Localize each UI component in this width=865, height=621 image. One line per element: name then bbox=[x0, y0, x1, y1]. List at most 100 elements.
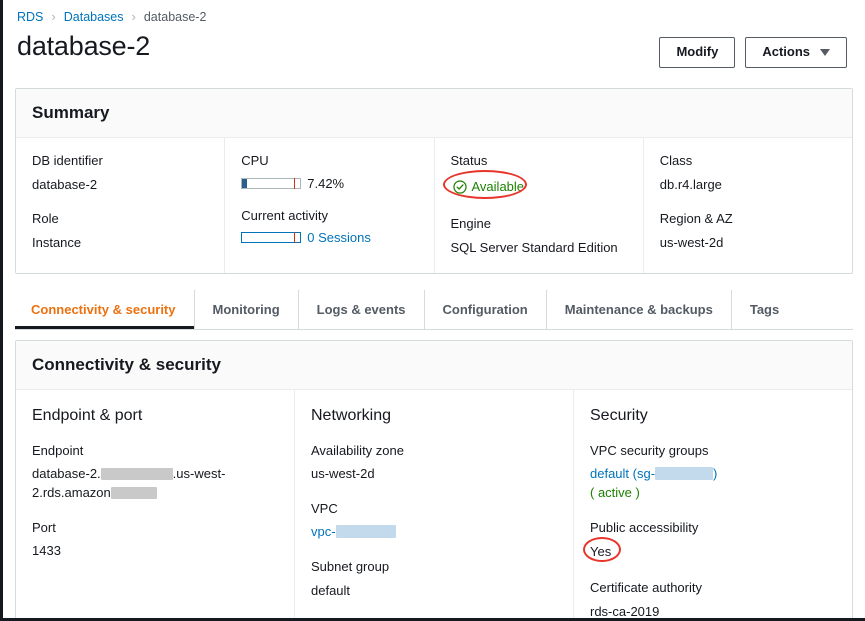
actions-button-label: Actions bbox=[762, 44, 810, 61]
security-group-suffix: ) bbox=[713, 466, 717, 481]
port-value: 1433 bbox=[32, 542, 278, 561]
db-identifier-value: database-2 bbox=[32, 176, 208, 195]
page-header: database-2 Modify Actions bbox=[3, 26, 865, 78]
field-region-az: Region & AZ us-west-2d bbox=[660, 210, 836, 252]
tab-bar: Connectivity & security Monitoring Logs … bbox=[15, 290, 853, 330]
role-label: Role bbox=[32, 210, 208, 228]
subnet-group-label: Subnet group bbox=[311, 558, 557, 576]
endpoint-port-heading: Endpoint & port bbox=[32, 404, 278, 427]
field-subnet-group: Subnet group default bbox=[311, 558, 557, 600]
breadcrumb-separator-icon: › bbox=[130, 10, 138, 23]
vpc-security-groups-label: VPC security groups bbox=[590, 442, 836, 460]
networking-heading: Networking bbox=[311, 404, 557, 427]
breadcrumb-item-databases[interactable]: Databases bbox=[64, 10, 124, 24]
role-value: Instance bbox=[32, 234, 208, 253]
summary-column-class: Class db.r4.large Region & AZ us-west-2d bbox=[643, 138, 852, 273]
connectivity-security-card: Connectivity & security Endpoint & port … bbox=[15, 340, 853, 621]
subnet-group-value: default bbox=[311, 582, 557, 601]
breadcrumb: RDS › Databases › database-2 bbox=[3, 0, 865, 26]
summary-title: Summary bbox=[32, 103, 836, 123]
availability-zone-label: Availability zone bbox=[311, 442, 557, 460]
endpoint-prefix: database-2. bbox=[32, 466, 101, 481]
cpu-gauge-threshold-tick bbox=[294, 178, 295, 189]
vpc-link[interactable]: vpc- bbox=[311, 524, 336, 539]
section-networking: Networking Availability zone us-west-2d … bbox=[294, 390, 573, 621]
security-group-link[interactable]: default (sg- bbox=[590, 466, 655, 481]
vpc-redaction-block bbox=[336, 525, 396, 538]
field-public-accessibility: Public accessibility Yes bbox=[590, 519, 836, 563]
section-endpoint-port: Endpoint & port Endpoint database-2..us-… bbox=[16, 390, 294, 621]
cpu-gauge-row: 7.42% bbox=[241, 176, 417, 191]
header-actions: Modify Actions bbox=[659, 32, 847, 68]
public-accessibility-label: Public accessibility bbox=[590, 519, 836, 537]
class-label: Class bbox=[660, 152, 836, 170]
current-activity-value[interactable]: 0 Sessions bbox=[307, 230, 371, 245]
breadcrumb-item-current: database-2 bbox=[144, 10, 207, 24]
connectivity-title: Connectivity & security bbox=[32, 355, 836, 375]
breadcrumb-item-rds[interactable]: RDS bbox=[17, 10, 43, 24]
summary-column-identity: DB identifier database-2 Role Instance bbox=[16, 138, 224, 273]
field-availability-zone: Availability zone us-west-2d bbox=[311, 442, 557, 484]
security-heading: Security bbox=[590, 404, 836, 427]
breadcrumb-separator-icon: › bbox=[49, 10, 57, 23]
field-certificate-authority: Certificate authority rds-ca-2019 bbox=[590, 579, 836, 621]
sessions-gauge bbox=[241, 232, 301, 243]
field-role: Role Instance bbox=[32, 210, 208, 252]
endpoint-redaction-block-2 bbox=[111, 487, 157, 499]
field-cpu: CPU 7.42% bbox=[241, 152, 417, 191]
check-circle-icon bbox=[453, 180, 467, 194]
endpoint-redaction-block bbox=[101, 468, 173, 480]
port-label: Port bbox=[32, 519, 278, 537]
tab-connectivity-security[interactable]: Connectivity & security bbox=[15, 290, 194, 329]
vpc-label: VPC bbox=[311, 500, 557, 518]
security-group-redaction-block bbox=[655, 467, 713, 480]
endpoint-label: Endpoint bbox=[32, 442, 278, 460]
availability-zone-value: us-west-2d bbox=[311, 465, 557, 484]
tab-logs-events[interactable]: Logs & events bbox=[298, 290, 424, 329]
public-accessibility-value-wrap: Yes bbox=[590, 542, 611, 563]
summary-column-status: Status Available Engine S bbox=[434, 138, 643, 273]
chevron-down-icon bbox=[820, 49, 830, 56]
connectivity-card-body: Endpoint & port Endpoint database-2..us-… bbox=[16, 390, 852, 621]
field-status: Status Available bbox=[451, 152, 627, 199]
modify-button[interactable]: Modify bbox=[659, 37, 735, 68]
field-db-identifier: DB identifier database-2 bbox=[32, 152, 208, 194]
field-class: Class db.r4.large bbox=[660, 152, 836, 194]
tab-tags[interactable]: Tags bbox=[731, 290, 797, 329]
field-vpc-security-groups: VPC security groups default (sg-) ( acti… bbox=[590, 442, 836, 503]
vpc-security-groups-value: default (sg-) bbox=[590, 465, 836, 484]
summary-card-body: DB identifier database-2 Role Instance C… bbox=[16, 138, 852, 273]
tab-monitoring[interactable]: Monitoring bbox=[194, 290, 298, 329]
tab-configuration[interactable]: Configuration bbox=[424, 290, 546, 329]
sessions-gauge-row: 0 Sessions bbox=[241, 230, 417, 245]
rds-database-detail-page: RDS › Databases › database-2 database-2 … bbox=[0, 0, 865, 621]
sessions-gauge-threshold-tick bbox=[294, 232, 295, 243]
field-current-activity: Current activity 0 Sessions bbox=[241, 207, 417, 246]
actions-button[interactable]: Actions bbox=[745, 37, 847, 68]
summary-card: Summary DB identifier database-2 Role In… bbox=[15, 88, 853, 274]
connectivity-card-header: Connectivity & security bbox=[16, 341, 852, 390]
engine-value: SQL Server Standard Edition bbox=[451, 239, 627, 258]
field-endpoint: Endpoint database-2..us-west-2.rds.amazo… bbox=[32, 442, 278, 503]
status-label: Status bbox=[451, 152, 627, 170]
engine-label: Engine bbox=[451, 215, 627, 233]
summary-card-header: Summary bbox=[16, 89, 852, 138]
db-identifier-label: DB identifier bbox=[32, 152, 208, 170]
region-az-value: us-west-2d bbox=[660, 234, 836, 253]
certificate-authority-value: rds-ca-2019 bbox=[590, 603, 836, 621]
field-vpc: VPC vpc- bbox=[311, 500, 557, 542]
certificate-authority-label: Certificate authority bbox=[590, 579, 836, 597]
field-engine: Engine SQL Server Standard Edition bbox=[451, 215, 627, 257]
region-az-label: Region & AZ bbox=[660, 210, 836, 228]
tab-maintenance-backups[interactable]: Maintenance & backups bbox=[546, 290, 731, 329]
status-badge: Available bbox=[451, 176, 527, 199]
current-activity-label: Current activity bbox=[241, 207, 417, 225]
security-group-state: ( active ) bbox=[590, 484, 836, 503]
public-accessibility-value: Yes bbox=[590, 543, 611, 562]
summary-column-cpu: CPU 7.42% Current activity bbox=[224, 138, 433, 273]
class-value: db.r4.large bbox=[660, 176, 836, 195]
field-port: Port 1433 bbox=[32, 519, 278, 561]
cpu-value: 7.42% bbox=[307, 176, 344, 191]
endpoint-value: database-2..us-west-2.rds.amazon bbox=[32, 465, 278, 503]
status-value: Available bbox=[472, 178, 525, 197]
